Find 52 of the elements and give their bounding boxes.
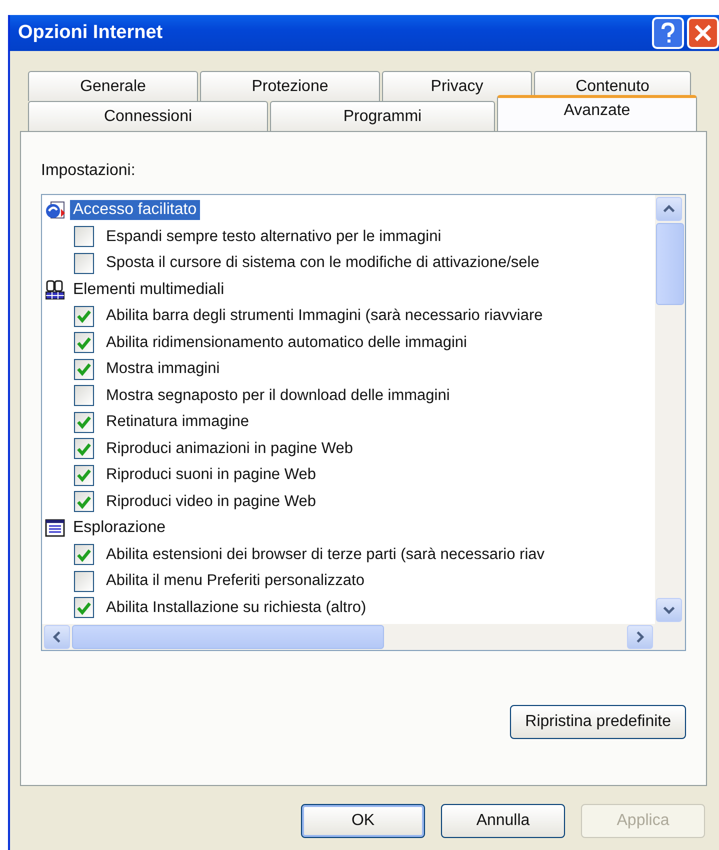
checkbox[interactable] xyxy=(74,252,94,274)
checkbox[interactable] xyxy=(74,412,94,433)
checkbox[interactable] xyxy=(74,332,94,354)
window-title: Opzioni Internet xyxy=(18,22,163,44)
setting-label: Abilita estensioni dei browser di terze parti (sarà necessario riav xyxy=(106,546,545,564)
setting-label: Riproduci suoni in pagine Web xyxy=(106,466,316,484)
category-label[interactable]: Elementi multimediali xyxy=(70,280,228,300)
scroll-right-icon[interactable] xyxy=(627,625,653,649)
checkbox[interactable] xyxy=(74,464,94,486)
setting-label: Espandi sempre testo alternativo per le immagini xyxy=(106,228,442,246)
setting-label: Abilita il menu Preferiti personalizzato xyxy=(106,572,364,590)
scroll-thumb[interactable] xyxy=(656,223,684,305)
checkbox[interactable] xyxy=(74,491,94,512)
checkbox[interactable] xyxy=(74,385,94,406)
checkbox[interactable] xyxy=(74,544,94,566)
scroll-up-icon[interactable] xyxy=(656,197,682,221)
setting-label: Mostra immagini xyxy=(106,360,220,378)
tab[interactable]: Avanzate xyxy=(497,95,697,131)
close-icon[interactable] xyxy=(687,17,719,49)
vertical-scrollbar[interactable] xyxy=(655,195,685,624)
scroll-thumb[interactable] xyxy=(72,625,384,649)
tab[interactable]: Privacy xyxy=(382,71,532,101)
scroll-left-icon[interactable] xyxy=(44,625,70,649)
tab[interactable]: Programmi xyxy=(270,101,495,131)
category-label[interactable]: Esplorazione xyxy=(70,518,168,538)
setting-label: Sposta il cursore di sistema con le modifiche di attivazione/sele xyxy=(106,254,540,272)
checkbox[interactable] xyxy=(74,570,94,592)
help-icon[interactable] xyxy=(652,17,684,49)
setting-label: Riproduci video in pagine Web xyxy=(106,492,316,511)
setting-label: Abilita barra degli strumenti Immagini (sarà necessario riavviare xyxy=(106,307,543,326)
setting-label: Retinatura immagine xyxy=(106,413,250,432)
restore-defaults-button[interactable]: Ripristina predefinite xyxy=(510,705,686,739)
category-label[interactable]: Accesso facilitato xyxy=(70,200,200,220)
setting-label: Riproduci animazioni in pagine Web xyxy=(106,440,353,458)
tab[interactable]: Protezione xyxy=(200,71,380,101)
checkbox[interactable] xyxy=(74,358,94,380)
setting-label: Mostra segnaposto per il download delle immagini xyxy=(106,386,450,405)
checkbox[interactable] xyxy=(74,597,94,618)
dialog-button[interactable]: OK xyxy=(301,804,425,838)
tab[interactable]: Generale xyxy=(28,71,198,101)
scroll-down-icon[interactable] xyxy=(656,598,682,622)
setting-label: Abilita Installazione su richiesta (altro) xyxy=(106,598,366,617)
checkbox[interactable] xyxy=(74,306,94,327)
dialog-button[interactable]: Annulla xyxy=(441,804,565,838)
setting-label: Abilita ridimensionamento automatico delle immagini xyxy=(106,334,467,352)
checkbox[interactable] xyxy=(74,438,94,460)
horizontal-scrollbar[interactable] xyxy=(42,624,685,650)
document-list-icon xyxy=(44,517,66,540)
settings-label: Impostazioni: xyxy=(41,162,136,180)
checkbox[interactable] xyxy=(74,226,94,248)
media-icon xyxy=(44,278,66,301)
tab[interactable]: Connessioni xyxy=(28,101,268,131)
